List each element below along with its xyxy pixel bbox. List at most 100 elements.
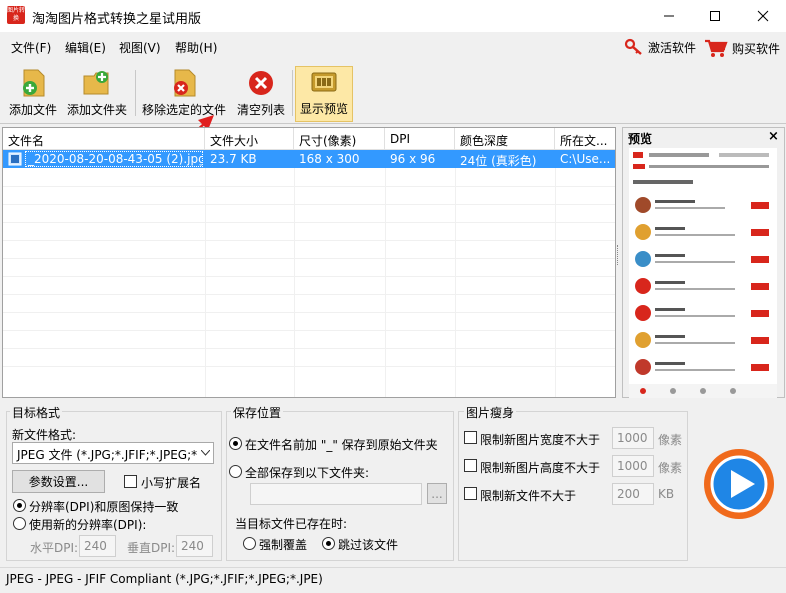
preview-icon (309, 67, 339, 97)
window-title: 淘淘图片格式转换之星试用版 (32, 12, 202, 27)
skip-label: 跳过该文件 (338, 538, 399, 552)
preview-pane: 预览 × (622, 127, 785, 398)
lowercase-ext-checkbox[interactable] (124, 475, 137, 488)
limit-size-label: 限制新文件不大于 (480, 489, 577, 503)
grid-line (3, 186, 615, 187)
grid-line (3, 330, 615, 331)
limit-size-checkbox[interactable] (464, 487, 477, 500)
dpi-new-radio[interactable] (13, 517, 26, 530)
cell-dpi: 96 x 96 (390, 152, 436, 166)
cell-color-depth: 24位 (真彩色) (460, 154, 537, 168)
app-icon: 图片转换 (7, 6, 26, 24)
clear-list-label: 清空列表 (236, 103, 285, 117)
exists-label: 当目标文件已存在时: (235, 517, 348, 531)
grid-line (555, 150, 556, 397)
grid-line (294, 150, 295, 397)
show-preview-button[interactable]: 显示预览 (295, 66, 353, 122)
column-header-size[interactable]: 文件大小 (205, 128, 294, 150)
menu-help[interactable]: 帮助(H) (175, 39, 217, 56)
browse-button[interactable]: ... (427, 483, 447, 504)
height-input[interactable]: 1000 (612, 455, 654, 477)
play-icon (704, 449, 774, 519)
limit-width-label: 限制新图片宽度不大于 (480, 433, 601, 447)
save-folder-input[interactable] (250, 483, 422, 505)
maximize-icon (710, 11, 720, 21)
column-header-depth[interactable]: 颜色深度 (455, 128, 555, 150)
settings-button[interactable]: 参数设置... (12, 470, 105, 493)
close-button[interactable] (740, 0, 786, 32)
menu-file[interactable]: 文件(F) (11, 39, 51, 56)
grid-line (3, 348, 615, 349)
start-convert-button[interactable] (702, 447, 776, 521)
close-icon (757, 10, 769, 22)
minimize-icon (664, 15, 674, 17)
column-header-dpi[interactable]: DPI (385, 128, 455, 150)
menu-view[interactable]: 视图(V) (119, 39, 161, 56)
add-file-button[interactable]: 添加文件 (5, 66, 61, 122)
maximize-button[interactable] (692, 0, 738, 32)
grid-line (3, 240, 615, 241)
column-header-path[interactable]: 所在文... (555, 128, 615, 150)
save-prefix-radio[interactable] (229, 437, 242, 450)
width-unit: 像素 (658, 433, 683, 447)
preview-close-button[interactable]: × (768, 129, 779, 144)
width-input[interactable]: 1000 (612, 427, 654, 449)
size-input[interactable]: 200 (612, 483, 654, 505)
format-select-arrow[interactable] (198, 443, 213, 463)
remove-file-icon (169, 68, 199, 98)
add-folder-label: 添加文件夹 (66, 103, 127, 117)
preview-title: 预览 (628, 132, 653, 146)
buy-label: 购买软件 (732, 41, 781, 56)
add-folder-icon (82, 68, 112, 98)
activate-link[interactable]: 激活软件 (624, 38, 696, 56)
cell-file-name: _2020-08-20-08-43-05 (2).jpg (25, 151, 203, 167)
grid-line (455, 150, 456, 397)
new-format-label: 新文件格式: (12, 428, 77, 442)
h-dpi-input[interactable]: 240 (79, 535, 116, 557)
status-bar: JPEG - JPEG - JFIF Compliant (*.JPG;*.JF… (0, 567, 786, 593)
cell-path: C:\Use... (560, 152, 611, 166)
grid-line (3, 222, 615, 223)
toolbar-separator (292, 70, 293, 116)
table-row[interactable]: _2020-08-20-08-43-05 (2).jpg 23.7 KB 168… (3, 150, 615, 168)
slim-title: 图片瘦身 (464, 404, 517, 421)
save-location-title: 保存位置 (231, 404, 284, 421)
minimize-button[interactable] (646, 0, 692, 32)
clear-list-icon (246, 68, 276, 98)
column-header-name[interactable]: 文件名 (3, 128, 205, 150)
limit-height-label: 限制新图片高度不大于 (480, 461, 601, 475)
save-prefix-label: 在文件名前加 "_" 保存到原始文件夹 (245, 438, 438, 452)
image-file-icon (8, 152, 22, 166)
add-file-icon (18, 68, 48, 98)
limit-width-checkbox[interactable] (464, 431, 477, 444)
chevron-down-icon (201, 450, 210, 456)
grid-line (3, 294, 615, 295)
format-select[interactable]: JPEG 文件 (*.JPG;*.JFIF;*.JPEG;* (12, 442, 214, 464)
column-header-dimensions[interactable]: 尺寸(像素) (294, 128, 385, 150)
clear-list-button[interactable]: 清空列表 (232, 66, 290, 122)
buy-link[interactable]: 购买软件 (704, 38, 780, 58)
splitter-handle[interactable] (617, 245, 620, 265)
dpi-keep-radio[interactable] (13, 499, 26, 512)
h-dpi-label: 水平DPI: (30, 541, 79, 555)
lowercase-ext-label: 小写扩展名 (141, 476, 202, 490)
v-dpi-input[interactable]: 240 (176, 535, 213, 557)
add-file-label: 添加文件 (8, 103, 57, 117)
menu-edit[interactable]: 编辑(E) (65, 39, 106, 56)
grid-line (3, 204, 615, 205)
grid-line (3, 276, 615, 277)
grid-line (3, 258, 615, 259)
title-bar: 图片转换 淘淘图片格式转换之星试用版 (0, 0, 786, 32)
height-unit: 像素 (658, 461, 683, 475)
toolbar-separator (135, 70, 136, 116)
format-select-value: JPEG 文件 (*.JPG;*.JFIF;*.JPEG;* (17, 448, 198, 462)
preview-image (629, 148, 777, 398)
limit-height-checkbox[interactable] (464, 459, 477, 472)
add-folder-button[interactable]: 添加文件夹 (64, 66, 130, 122)
shopping-cart-icon (705, 39, 728, 57)
overwrite-radio[interactable] (243, 537, 256, 550)
overwrite-label: 强制覆盖 (259, 538, 308, 552)
file-list[interactable]: 文件名 文件大小 尺寸(像素) DPI 颜色深度 所在文... _2020-08… (2, 127, 616, 398)
save-folder-radio[interactable] (229, 465, 242, 478)
skip-radio[interactable] (322, 537, 335, 550)
